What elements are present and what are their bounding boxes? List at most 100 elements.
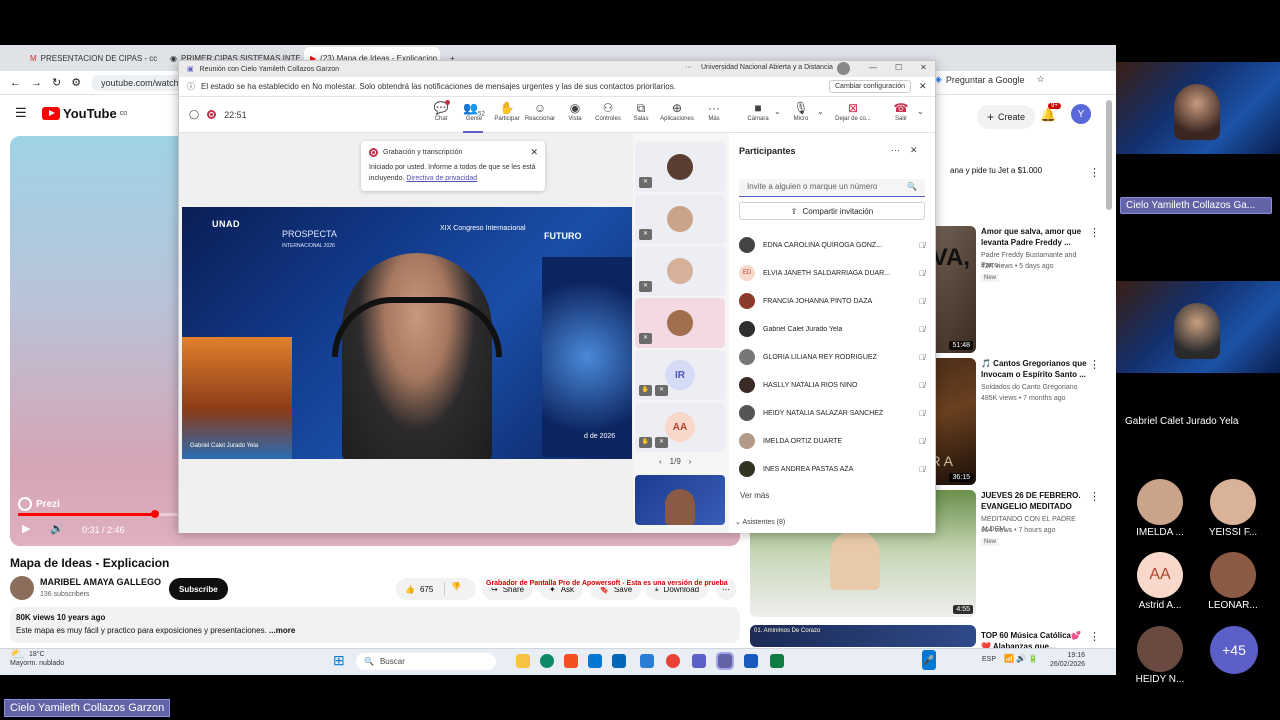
invite-input[interactable]: Invite a alguien o marque un número 🔍: [739, 179, 925, 197]
participant-row[interactable]: HEIDY NATALIA SALAZAR SANCHEZ 🎙̸: [739, 405, 925, 421]
change-settings-button[interactable]: Cambiar configuración: [829, 80, 912, 93]
camera-button[interactable]: ■ Cámara: [739, 101, 777, 122]
self-video-tile[interactable]: [635, 475, 725, 525]
close-icon[interactable]: ✕: [920, 63, 927, 72]
participant-tile[interactable]: ✕: [635, 298, 725, 348]
word-icon[interactable]: [744, 654, 758, 668]
share-invite-button[interactable]: ⇪ Compartir invitación: [739, 202, 925, 220]
mic-icon[interactable]: 🎤: [922, 650, 936, 670]
channel-name[interactable]: MARIBEL AMAYA GALLEGO: [40, 577, 161, 587]
file-explorer-icon[interactable]: [516, 654, 530, 668]
show-more-link[interactable]: ...more: [269, 626, 295, 635]
apps-button[interactable]: ⊕ Aplicaciones: [658, 101, 696, 122]
progress-bar[interactable]: [18, 513, 156, 516]
store-icon[interactable]: [612, 654, 626, 668]
teams-active-icon[interactable]: [716, 652, 734, 670]
more-vert-icon[interactable]: ⋮: [1089, 166, 1100, 179]
bell-icon[interactable]: 🔔: [1040, 107, 1056, 123]
more-button[interactable]: ··· Más: [695, 101, 733, 122]
presenter-video-tile[interactable]: [1116, 62, 1280, 154]
taskbar-search[interactable]: 🔍 Buscar: [356, 653, 496, 670]
gallery-participant[interactable]: IMELDA ...: [1128, 479, 1192, 538]
avatar[interactable]: [837, 62, 850, 75]
chrome-icon[interactable]: [666, 654, 680, 668]
like-button[interactable]: 👍 675 👎: [396, 578, 476, 600]
windows-start-icon[interactable]: ⊞: [333, 652, 345, 669]
chevron-down-icon[interactable]: ⌄: [774, 107, 781, 116]
subscribe-button[interactable]: Subscribe: [169, 578, 228, 600]
maximize-icon[interactable]: ☐: [895, 63, 902, 72]
video-title[interactable]: Amor que salva, amor que levanta Padre F…: [981, 226, 1091, 248]
participant-row[interactable]: Gabriel Calet Jurado Yela 🎙̸: [739, 321, 925, 337]
create-button[interactable]: + Create: [977, 105, 1036, 129]
site-info-icon[interactable]: ⚙: [71, 76, 81, 89]
back-icon[interactable]: ←: [10, 77, 21, 89]
play-icon[interactable]: ▶: [22, 522, 30, 535]
see-more-link[interactable]: Ver más: [740, 491, 769, 500]
excel-icon[interactable]: [770, 654, 784, 668]
ad-text[interactable]: ana y pide tu Jet a $1.000: [950, 166, 1042, 175]
thumbs-down-icon[interactable]: 👎: [444, 582, 461, 596]
participant-row[interactable]: FRANCIA JOHANNA PINTO DAZA 🎙̸: [739, 293, 925, 309]
more-participants-button[interactable]: +45: [1210, 626, 1258, 674]
more-icon[interactable]: ···: [685, 64, 692, 71]
participant-row[interactable]: IMELDA ORTIZ DUARTE 🎙̸: [739, 433, 925, 449]
minimize-icon[interactable]: —: [869, 63, 877, 72]
gallery-participant[interactable]: YEISSI F...: [1201, 479, 1265, 538]
participant-tile[interactable]: ✕: [635, 246, 725, 296]
participant-tile[interactable]: ✕: [635, 142, 725, 192]
language-indicator[interactable]: ESP: [982, 656, 996, 663]
forward-icon[interactable]: →: [31, 77, 42, 89]
video-thumbnail[interactable]: 01. Aminimos De Corazo: [750, 625, 976, 647]
participant-row[interactable]: HASLLY NATALIA RIOS NINO 🎙̸: [739, 377, 925, 393]
volume-icon[interactable]: 🔊: [50, 522, 64, 535]
more-vert-icon[interactable]: ⋮: [1089, 630, 1100, 643]
youtube-logo[interactable]: YouTube CO: [42, 106, 127, 121]
react-button[interactable]: ☺ Reaccionar: [521, 101, 559, 122]
participant-row[interactable]: GLORIA LILIANA REY RODRIGUEZ 🎙̸: [739, 349, 925, 365]
participant-row[interactable]: INES ANDREA PASTAS AZA 🎙̸: [739, 461, 925, 477]
gallery-participant[interactable]: HEIDY N...: [1128, 626, 1192, 685]
star-icon[interactable]: ☆: [1036, 74, 1044, 85]
page-scrollbar[interactable]: [1106, 100, 1112, 210]
edge-icon[interactable]: [540, 654, 554, 668]
outlook-icon[interactable]: [588, 654, 602, 668]
more-vert-icon[interactable]: ⋮: [1089, 490, 1100, 503]
participant-video-tile[interactable]: [1116, 281, 1280, 373]
stop-share-button[interactable]: ⊠ Dejar de co...: [832, 101, 874, 122]
participant-row[interactable]: EDNA CAROLINA QUIROGA GONZ... 🎙̸: [739, 237, 925, 253]
participant-row[interactable]: ED ELVIA JANETH SALDARRIAGA DUAR... 🎙̸: [739, 265, 925, 281]
teams-icon[interactable]: [692, 654, 706, 668]
close-icon[interactable]: ✕: [919, 81, 927, 92]
leave-button[interactable]: ☎ Salir: [882, 101, 920, 122]
more-vert-icon[interactable]: ⋮: [1089, 358, 1100, 371]
speaker-video[interactable]: UNAD PROSPECTA INTERNACIONAL 2026 XIX Con…: [182, 207, 632, 459]
video-description[interactable]: 80K views 10 years ago Este mapa es muy …: [10, 607, 740, 643]
copilot-icon[interactable]: [564, 654, 578, 668]
participant-tile[interactable]: AA ✋ ✕: [635, 402, 725, 452]
participant-tile[interactable]: IR ✋ ✕: [635, 350, 725, 400]
reload-icon[interactable]: ↻: [52, 76, 61, 89]
more-icon[interactable]: ···: [891, 145, 900, 156]
channel-avatar[interactable]: [10, 576, 34, 600]
system-clock[interactable]: 19:16 26/02/2026: [1050, 651, 1085, 669]
attendees-section[interactable]: ⌄ Asistentes (8): [735, 518, 785, 526]
vscode-icon[interactable]: [640, 654, 654, 668]
gallery-participant[interactable]: AA Astrid A...: [1128, 552, 1192, 611]
video-title[interactable]: 🎵 Cantos Gregorianos que Invocam o Espír…: [981, 358, 1091, 380]
chevron-right-icon[interactable]: ›: [689, 457, 692, 466]
video-title[interactable]: JUEVES 26 DE FEBRERO. EVANGELIO MEDITADO: [981, 490, 1091, 512]
close-icon[interactable]: ✕: [910, 145, 918, 156]
menu-icon[interactable]: ☰: [15, 105, 27, 121]
browser-tab[interactable]: MPRESENTACION DE CIPAS - cc×: [24, 47, 160, 69]
privacy-link[interactable]: Directiva de privacidad: [406, 175, 477, 182]
chevron-down-icon[interactable]: ⌄: [817, 107, 824, 116]
wifi-icon[interactable]: 📶 🔊 🔋: [1004, 654, 1038, 663]
ask-google-button[interactable]: ◈ Preguntar a Google ☆: [935, 74, 1045, 85]
close-icon[interactable]: ✕: [530, 147, 538, 158]
chevron-left-icon[interactable]: ‹: [659, 457, 662, 466]
rooms-button[interactable]: ⧉ Salas: [622, 101, 660, 122]
more-vert-icon[interactable]: ⋮: [1089, 226, 1100, 239]
weather-widget[interactable]: ⛅ 18°C Mayorm. nublado: [10, 648, 64, 668]
gallery-participant[interactable]: LEONAR...: [1201, 552, 1265, 611]
